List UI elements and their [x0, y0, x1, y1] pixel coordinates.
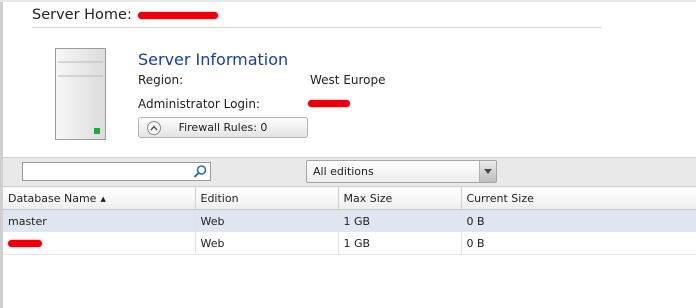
- database-search-box: [22, 162, 211, 183]
- header-divider: [32, 27, 602, 28]
- table-header-row: Database Name ▲ Edition Max Size Current …: [3, 186, 696, 210]
- edition-filter-value: All editions: [313, 165, 374, 178]
- redacted-database-name: [8, 240, 42, 247]
- edition-cell: Web: [195, 232, 339, 254]
- region-value: West Europe: [310, 73, 386, 87]
- edition-filter-select[interactable]: All editions: [306, 160, 497, 183]
- redacted-administrator-login: [308, 100, 350, 107]
- administrator-login-label: Administrator Login:: [138, 97, 261, 111]
- current-size-cell: 0 B: [461, 232, 696, 254]
- chevron-down-icon[interactable]: [479, 161, 496, 182]
- window-frame-top: [0, 0, 696, 2]
- column-header-max-size[interactable]: Max Size: [338, 186, 462, 210]
- column-header-label: Database Name: [8, 191, 97, 205]
- region-label: Region:: [138, 73, 184, 87]
- column-header-label: Current Size: [466, 191, 534, 205]
- table-bottom-divider: [3, 254, 696, 255]
- server-home-label: Server Home:: [32, 7, 132, 23]
- database-search-input[interactable]: [23, 166, 191, 183]
- server-home-header: Server Home:: [32, 7, 218, 23]
- sort-ascending-icon: ▲: [100, 194, 106, 203]
- firewall-rules-label: Firewall Rules: 0: [178, 121, 268, 134]
- server-icon: [55, 48, 106, 140]
- firewall-rules-button[interactable]: Firewall Rules: 0: [138, 117, 308, 138]
- database-name-cell: [3, 232, 196, 254]
- databases-table: Database Name ▲ Edition Max Size Current …: [3, 186, 696, 254]
- current-size-cell: 0 B: [461, 209, 696, 232]
- chevron-up-circle-icon: [147, 120, 161, 135]
- column-header-database-name[interactable]: Database Name ▲: [3, 186, 196, 210]
- column-header-edition[interactable]: Edition: [195, 186, 339, 210]
- table-row[interactable]: master Web 1 GB 0 B: [3, 209, 696, 232]
- edition-cell: Web: [195, 209, 339, 232]
- column-header-current-size[interactable]: Current Size: [461, 186, 696, 210]
- redacted-server-name: [137, 11, 218, 19]
- search-icon[interactable]: [192, 164, 208, 179]
- column-header-label: Max Size: [343, 191, 393, 205]
- max-size-cell: 1 GB: [338, 209, 462, 232]
- server-information-title: Server Information: [138, 50, 289, 69]
- database-name-cell: master: [3, 209, 196, 232]
- column-header-label: Edition: [200, 191, 239, 205]
- max-size-cell: 1 GB: [338, 232, 462, 254]
- table-row[interactable]: Web 1 GB 0 B: [3, 232, 696, 254]
